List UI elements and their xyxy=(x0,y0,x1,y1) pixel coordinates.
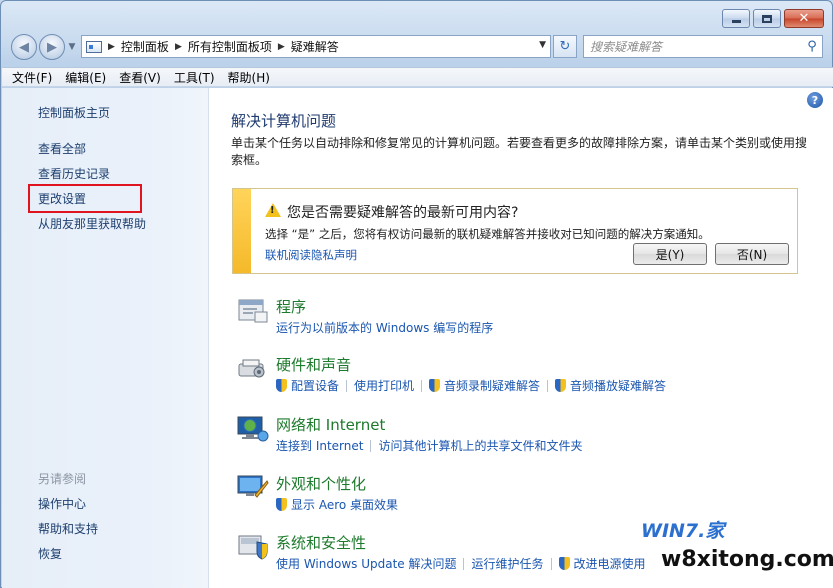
chevron-right-icon[interactable]: ▶ xyxy=(278,42,285,52)
forward-arrow-icon: ▶ xyxy=(47,39,57,55)
sidebar-home-link[interactable]: 控制面板主页 xyxy=(38,104,110,121)
window-frame: ✕ ◀ ▶ ▼ ▶ 控制面板 ▶ 所有控制面板项 ▶ 疑难解答 ▼ ↻ 搜索疑难… xyxy=(0,0,833,588)
breadcrumb-all-items[interactable]: 所有控制面板项 xyxy=(188,38,272,55)
watermark: WIN7.家 w8xitong.com xyxy=(641,516,833,572)
aero-effects-link[interactable]: 显示 Aero 桌面效果 xyxy=(291,496,398,513)
menu-view[interactable]: 查看(V) xyxy=(119,69,161,86)
refresh-button[interactable]: ↻ xyxy=(553,35,577,58)
chevron-down-icon[interactable]: ▼ xyxy=(539,40,546,50)
banner-heading: 您是否需要疑难解答的最新可用内容? xyxy=(287,205,519,221)
sidebar-get-help-from-friend-link[interactable]: 从朋友那里获取帮助 xyxy=(38,215,146,232)
menu-edit[interactable]: 编辑(E) xyxy=(65,69,106,86)
audio-recording-link[interactable]: 音频录制疑难解答 xyxy=(444,377,540,394)
address-bar[interactable]: ▶ 控制面板 ▶ 所有控制面板项 ▶ 疑难解答 ▼ xyxy=(81,35,551,58)
no-button[interactable]: 否(N) xyxy=(715,243,789,265)
search-icon[interactable]: ⚲ xyxy=(802,39,822,54)
category-hardware-sound-title[interactable]: 硬件和声音 xyxy=(276,354,351,375)
link-separator xyxy=(550,557,552,570)
back-arrow-icon: ◀ xyxy=(19,39,29,55)
shield-icon xyxy=(558,557,570,570)
appearance-icon xyxy=(237,475,269,498)
link-separator xyxy=(346,379,348,392)
see-also-help-support-link[interactable]: 帮助和支持 xyxy=(38,520,98,537)
minimize-button[interactable] xyxy=(722,9,750,28)
run-older-programs-link[interactable]: 运行为以前版本的 Windows 编写的程序 xyxy=(276,319,493,336)
network-internet-icon xyxy=(237,416,269,442)
menu-help[interactable]: 帮助(H) xyxy=(228,69,270,86)
programs-icon xyxy=(238,299,268,323)
close-button[interactable]: ✕ xyxy=(784,9,824,28)
search-input[interactable]: 搜索疑难解答 xyxy=(590,38,802,55)
help-icon[interactable]: ? xyxy=(807,92,823,108)
recent-pages-dropdown[interactable]: ▼ xyxy=(66,42,78,52)
banner-stripe xyxy=(233,189,251,273)
privacy-statement-link[interactable]: 联机阅读隐私声明 xyxy=(265,247,357,263)
maintenance-tasks-link[interactable]: 运行维护任务 xyxy=(471,555,543,572)
watermark-logo: WIN7.家 xyxy=(641,520,725,542)
shared-files-link[interactable]: 访问其他计算机上的共享文件和文件夹 xyxy=(378,437,582,454)
link-separator xyxy=(463,557,465,570)
menu-bar: 文件(F) 编辑(E) 查看(V) 工具(T) 帮助(H) xyxy=(2,67,833,87)
refresh-icon: ↻ xyxy=(559,39,571,54)
close-icon: ✕ xyxy=(798,11,810,26)
menu-file[interactable]: 文件(F) xyxy=(12,69,52,86)
maximize-button[interactable] xyxy=(753,9,781,28)
category-system-security-links: 使用 Windows Update 解决问题 运行维护任务 改进电源使用 xyxy=(276,555,646,572)
maximize-icon xyxy=(762,14,772,23)
see-also-recovery-link[interactable]: 恢复 xyxy=(38,545,62,562)
category-appearance-links: 显示 Aero 桌面效果 xyxy=(276,496,398,513)
chevron-right-icon[interactable]: ▶ xyxy=(108,42,115,52)
category-programs-links: 运行为以前版本的 Windows 编写的程序 xyxy=(276,319,493,336)
connect-internet-link[interactable]: 连接到 Internet xyxy=(276,437,363,454)
shield-icon xyxy=(276,498,287,511)
link-separator xyxy=(547,379,549,392)
breadcrumb-control-panel[interactable]: 控制面板 xyxy=(121,38,169,55)
intro-text: 单击某个任务以自动排除和修复常见的计算机问题。若要查看更多的故障排除方案，请单击… xyxy=(231,136,808,167)
navigation-buttons: ◀ ▶ ▼ xyxy=(11,34,78,60)
shield-icon xyxy=(276,379,287,392)
shield-icon xyxy=(555,379,567,392)
category-programs-title[interactable]: 程序 xyxy=(276,296,306,317)
sidebar: 控制面板主页 查看全部 查看历史记录 更改设置 从朋友那里获取帮助 另请参阅 操… xyxy=(2,88,209,588)
caption-buttons: ✕ xyxy=(722,9,824,28)
chevron-right-icon[interactable]: ▶ xyxy=(175,42,182,52)
yes-button[interactable]: 是(Y) xyxy=(633,243,707,265)
back-button[interactable]: ◀ xyxy=(11,34,37,60)
main-content: ? 解决计算机问题 单击某个任务以自动排除和修复常见的计算机问题。若要查看更多的… xyxy=(209,88,833,588)
category-network-internet-title[interactable]: 网络和 Internet xyxy=(276,414,385,435)
watermark-site: w8xitong.com xyxy=(661,547,833,572)
shield-icon xyxy=(429,379,441,392)
audio-playback-link[interactable]: 音频播放疑难解答 xyxy=(570,377,666,394)
system-security-icon xyxy=(238,535,268,560)
sidebar-view-all-link[interactable]: 查看全部 xyxy=(38,140,86,157)
link-separator xyxy=(421,379,423,392)
hardware-sound-icon xyxy=(238,359,265,378)
power-usage-link[interactable]: 改进电源使用 xyxy=(574,555,646,572)
update-banner: ! 您是否需要疑难解答的最新可用内容? 选择 “是” 之后，您将有权访问最新的联… xyxy=(232,188,798,274)
control-panel-icon xyxy=(86,40,102,53)
sidebar-view-history-link[interactable]: 查看历史记录 xyxy=(38,165,110,182)
forward-button[interactable]: ▶ xyxy=(39,34,65,60)
minimize-icon xyxy=(731,20,741,23)
menu-tools[interactable]: 工具(T) xyxy=(174,69,215,86)
windows-update-link[interactable]: 使用 Windows Update 解决问题 xyxy=(276,555,456,572)
breadcrumb-troubleshooting[interactable]: 疑难解答 xyxy=(291,38,339,55)
see-also-action-center-link[interactable]: 操作中心 xyxy=(38,495,86,512)
configure-device-link[interactable]: 配置设备 xyxy=(291,377,339,394)
see-also-heading: 另请参阅 xyxy=(38,472,87,486)
category-network-internet-links: 连接到 Internet 访问其他计算机上的共享文件和文件夹 xyxy=(276,437,582,454)
use-printer-link[interactable]: 使用打印机 xyxy=(354,377,414,394)
search-box[interactable]: 搜索疑难解答 ⚲ xyxy=(583,35,823,58)
link-separator xyxy=(370,439,372,452)
page-title: 解决计算机问题 xyxy=(231,112,337,130)
banner-text: 选择 “是” 之后，您将有权访问最新的联机疑难解答并接收对已知问题的解决方案通知… xyxy=(265,227,710,241)
category-system-security-title[interactable]: 系统和安全性 xyxy=(276,532,366,553)
warning-mark: ! xyxy=(270,205,275,216)
highlight-box xyxy=(28,184,142,213)
category-appearance-title[interactable]: 外观和个性化 xyxy=(276,473,366,494)
category-hardware-sound-links: 配置设备 使用打印机 音频录制疑难解答 音频播放疑难解答 xyxy=(276,377,666,394)
